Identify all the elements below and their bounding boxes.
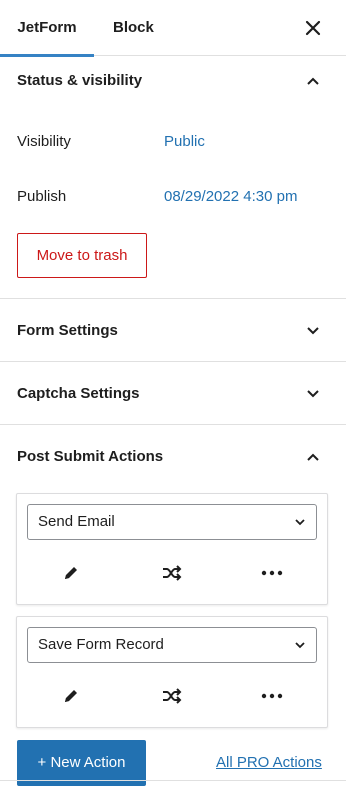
divider bbox=[0, 780, 346, 781]
tab-block-label: Block bbox=[113, 19, 154, 36]
status-visibility-panel-toggle[interactable]: Status & visibility bbox=[0, 56, 346, 106]
action-card-send-email: Send Email bbox=[16, 493, 328, 605]
sidebar-tabs: JetForm Block bbox=[0, 0, 346, 57]
tab-jetform-label: JetForm bbox=[17, 19, 77, 36]
pencil-icon bbox=[65, 567, 77, 579]
more-icon bbox=[261, 570, 283, 576]
edit-action-button[interactable] bbox=[56, 558, 86, 588]
tab-block[interactable]: Block bbox=[113, 0, 154, 56]
all-pro-actions-link[interactable]: All PRO Actions bbox=[216, 754, 322, 771]
action-type-value: Save Form Record bbox=[38, 636, 164, 653]
edit-action-button[interactable] bbox=[56, 681, 86, 711]
action-conditions-button[interactable] bbox=[157, 558, 187, 588]
close-icon[interactable] bbox=[302, 14, 324, 42]
action-more-button[interactable] bbox=[257, 558, 287, 588]
chevron-up-icon bbox=[307, 453, 319, 461]
shuffle-icon bbox=[163, 688, 182, 704]
publish-date-link[interactable]: 08/29/2022 4:30 pm bbox=[164, 188, 297, 205]
chevron-down-icon bbox=[295, 642, 305, 649]
action-card-save-form-record: Save Form Record bbox=[16, 616, 328, 728]
visibility-label: Visibility bbox=[17, 133, 71, 150]
chevron-down-icon bbox=[307, 327, 319, 335]
divider bbox=[0, 361, 346, 362]
divider bbox=[0, 298, 346, 299]
post-submit-actions-panel-toggle[interactable]: Post Submit Actions bbox=[0, 432, 346, 482]
move-to-trash-button[interactable]: Move to trash bbox=[17, 233, 147, 278]
tab-jetform[interactable]: JetForm bbox=[0, 0, 94, 57]
more-icon bbox=[261, 693, 283, 699]
action-more-button[interactable] bbox=[257, 681, 287, 711]
status-visibility-title: Status & visibility bbox=[17, 72, 143, 89]
shuffle-icon bbox=[163, 565, 182, 581]
action-conditions-button[interactable] bbox=[157, 681, 187, 711]
action-type-value: Send Email bbox=[38, 513, 115, 530]
action-type-select[interactable]: Send Email bbox=[27, 504, 317, 540]
captcha-settings-panel-toggle[interactable]: Captcha Settings bbox=[0, 369, 346, 419]
publish-label: Publish bbox=[17, 188, 67, 205]
form-settings-panel-toggle[interactable]: Form Settings bbox=[0, 306, 346, 356]
action-type-select[interactable]: Save Form Record bbox=[27, 627, 317, 663]
visibility-value-link[interactable]: Public bbox=[164, 133, 205, 150]
chevron-up-icon bbox=[307, 77, 319, 85]
chevron-down-icon bbox=[295, 519, 305, 526]
pencil-icon bbox=[65, 690, 77, 702]
divider bbox=[0, 424, 346, 425]
form-settings-title: Form Settings bbox=[17, 322, 118, 339]
captcha-settings-title: Captcha Settings bbox=[17, 385, 140, 402]
chevron-down-icon bbox=[307, 390, 319, 398]
post-submit-actions-title: Post Submit Actions bbox=[17, 448, 164, 465]
